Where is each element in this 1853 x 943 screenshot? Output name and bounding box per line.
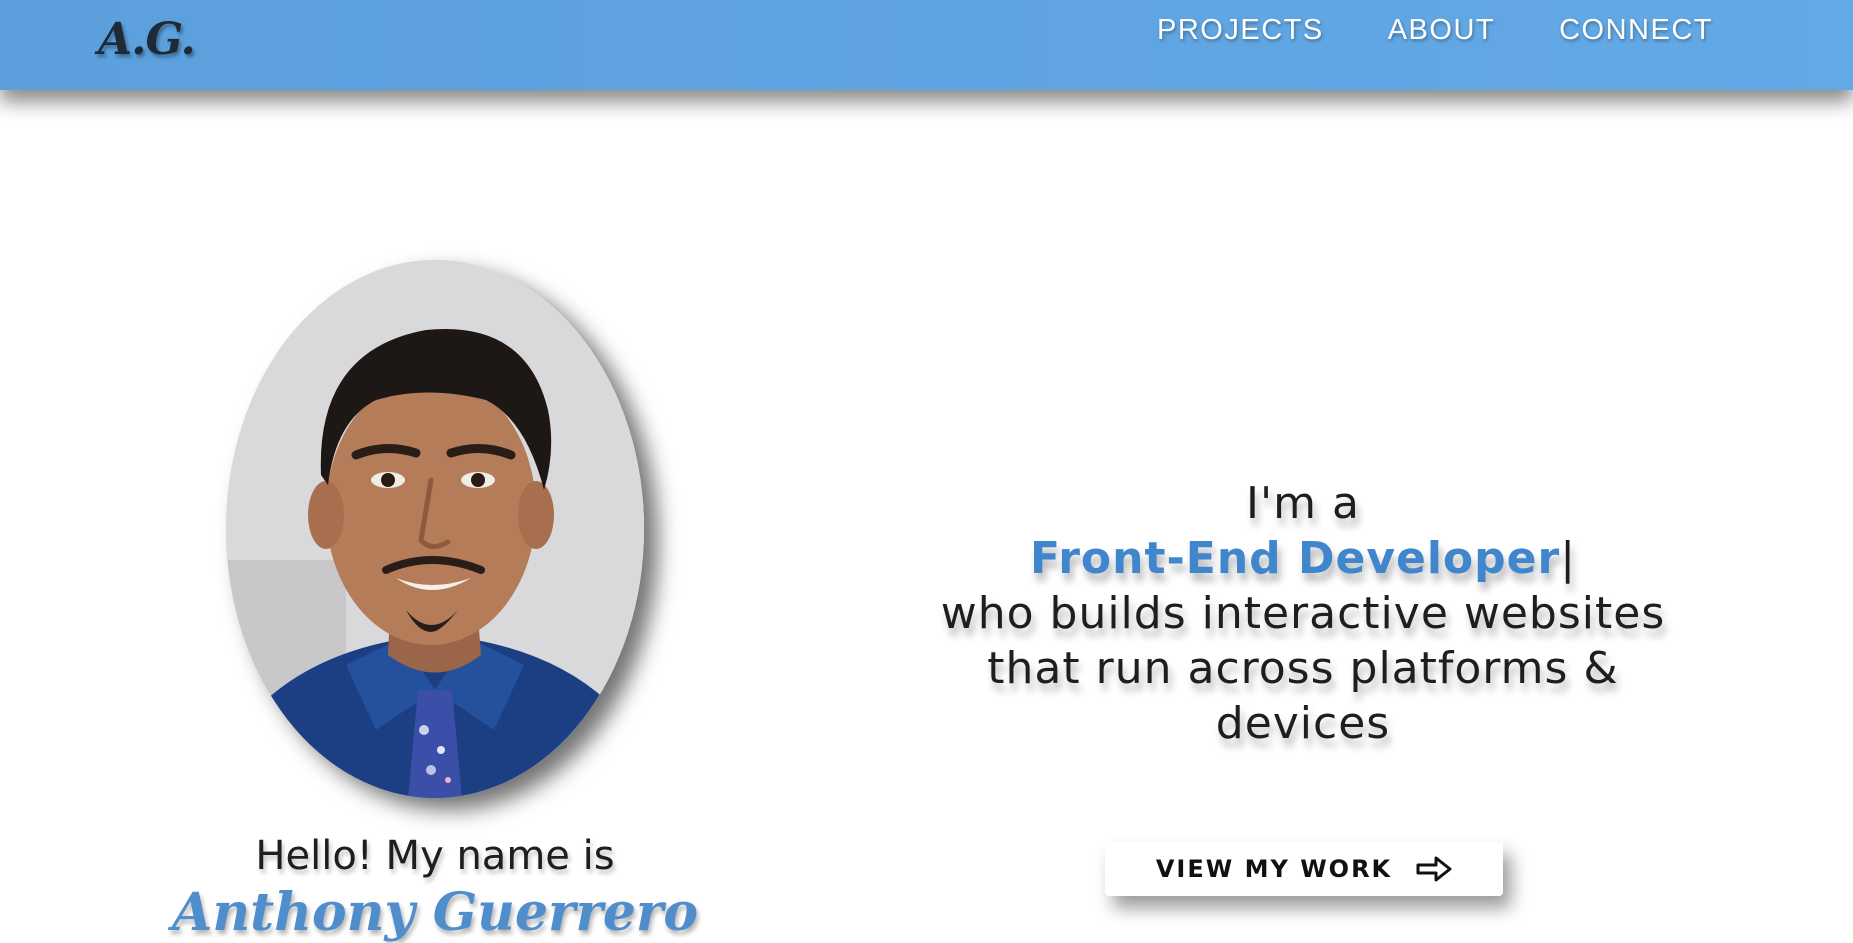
nav-links: PROJECTS ABOUT CONNECT: [1157, 14, 1713, 47]
profile-portrait: [226, 260, 644, 798]
arrow-right-icon: [1416, 856, 1452, 882]
author-name: Anthony Guerrero: [171, 882, 699, 943]
tagline-role: Front-End Developer: [1029, 533, 1561, 584]
typing-cursor: |: [1560, 533, 1577, 584]
hero-tagline: I'm a Front-End Developer| who builds in…: [900, 476, 1706, 751]
tagline-line-4: that run across platforms &: [987, 643, 1619, 694]
tagline-prefix: I'm a: [1246, 478, 1360, 529]
view-my-work-button[interactable]: VIEW MY WORK: [1105, 842, 1503, 896]
greeting-text: Hello! My name is: [255, 833, 615, 879]
site-logo[interactable]: A.G.: [98, 14, 196, 65]
view-my-work-label: VIEW MY WORK: [1155, 855, 1393, 883]
tagline-role-line: Front-End Developer|: [900, 531, 1706, 586]
nav-link-about[interactable]: ABOUT: [1388, 14, 1495, 47]
nav-link-connect[interactable]: CONNECT: [1559, 14, 1713, 47]
nav-link-projects[interactable]: PROJECTS: [1157, 14, 1324, 47]
tagline-line-3: who builds interactive websites: [940, 588, 1666, 639]
tagline-line-5: devices: [1215, 698, 1391, 749]
navbar: A.G. PROJECTS ABOUT CONNECT: [0, 0, 1853, 90]
person-portrait-icon: [226, 260, 644, 798]
